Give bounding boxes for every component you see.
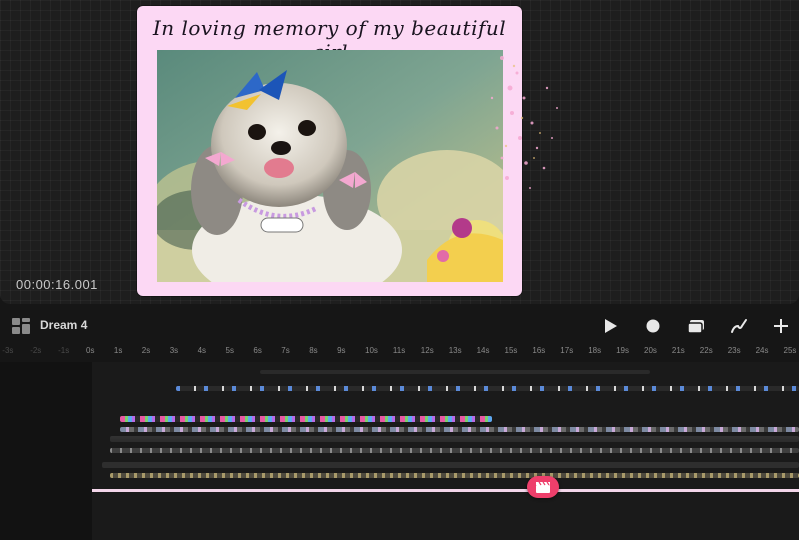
ruler-tick-label: 24s bbox=[755, 346, 769, 355]
timeline-track[interactable] bbox=[110, 473, 799, 478]
play-icon bbox=[605, 319, 617, 333]
timeline-gutter bbox=[0, 362, 92, 540]
canvas-preview[interactable]: In loving memory of my beautiful girl bbox=[0, 0, 799, 304]
timeline-track[interactable] bbox=[102, 462, 799, 468]
ruler-tick-label: 2s bbox=[141, 346, 151, 355]
timeline-track[interactable] bbox=[120, 427, 799, 432]
ruler-tick-label: 13s bbox=[448, 346, 462, 355]
ruler-tick-label: 19s bbox=[616, 346, 629, 355]
layers-icon[interactable] bbox=[12, 318, 30, 334]
ruler-tick-label: 9s bbox=[337, 346, 346, 355]
time-ruler[interactable]: -3s -2s -1s 0s 1s 2s 3s 4s 5s 6s 7s 8s 9s 10s 11s 12s 13… bbox=[0, 346, 799, 360]
record-icon bbox=[646, 319, 660, 333]
ruler-tick-label: 20s bbox=[644, 346, 657, 355]
timeline-track[interactable] bbox=[176, 386, 799, 391]
timeline-toolbar: Dream 4 bbox=[0, 312, 799, 340]
ruler-tick-label: 3s bbox=[169, 346, 179, 355]
ruler-tick-label: -2s bbox=[30, 346, 42, 355]
plus-icon bbox=[774, 319, 788, 333]
timeline-track[interactable] bbox=[110, 448, 799, 453]
brush-icon bbox=[731, 319, 747, 333]
project-title[interactable]: Dream 4 bbox=[40, 318, 87, 332]
ruler-tick-label: 11s bbox=[392, 346, 406, 355]
ruler-tick-label: 7s bbox=[281, 346, 290, 355]
dog-photo bbox=[157, 50, 503, 282]
record-button[interactable] bbox=[641, 314, 665, 338]
ruler-tick-label: 6s bbox=[253, 346, 262, 355]
ruler-tick-label: 10s bbox=[365, 346, 378, 355]
brush-button[interactable] bbox=[727, 314, 751, 338]
ruler-tick-label: 21s bbox=[671, 346, 685, 355]
play-button[interactable] bbox=[598, 314, 622, 338]
playback-timestamp: 00:00:16.001 bbox=[16, 277, 98, 292]
ruler-tick-label: 17s bbox=[560, 346, 574, 355]
ruler-tick-label: 4s bbox=[197, 346, 207, 355]
ruler-tick-label: 1s bbox=[113, 346, 123, 355]
timeline-track[interactable] bbox=[120, 416, 492, 422]
playhead-handle[interactable] bbox=[527, 476, 559, 498]
playhead-line[interactable] bbox=[92, 489, 799, 492]
timeline-track[interactable] bbox=[110, 436, 799, 442]
ruler-tick-label: 5s bbox=[225, 346, 234, 355]
ruler-tick-label: 18s bbox=[588, 346, 602, 355]
ruler-tick-label: 22s bbox=[699, 346, 713, 355]
clapperboard-icon bbox=[536, 481, 550, 493]
ruler-tick-label: 0s bbox=[86, 346, 95, 355]
timeline-track[interactable] bbox=[260, 370, 650, 374]
ruler-tick-label: 15s bbox=[504, 346, 518, 355]
gallery-button[interactable] bbox=[685, 314, 709, 338]
ruler-tick-label: 16s bbox=[532, 346, 546, 355]
ruler-tick-label: 8s bbox=[309, 346, 318, 355]
ruler-tick-label: -1s bbox=[58, 346, 70, 355]
add-button[interactable] bbox=[769, 314, 793, 338]
sparkle-effect bbox=[490, 56, 558, 189]
ruler-tick-label: -3s bbox=[2, 346, 14, 355]
ruler-tick-label: 25s bbox=[783, 346, 797, 355]
ruler-tick-label: 14s bbox=[476, 346, 490, 355]
ruler-tick-label: 23s bbox=[727, 346, 741, 355]
gallery-icon bbox=[688, 320, 704, 334]
timeline-tracks[interactable] bbox=[92, 362, 799, 540]
ruler-tick-label: 12s bbox=[420, 346, 434, 355]
